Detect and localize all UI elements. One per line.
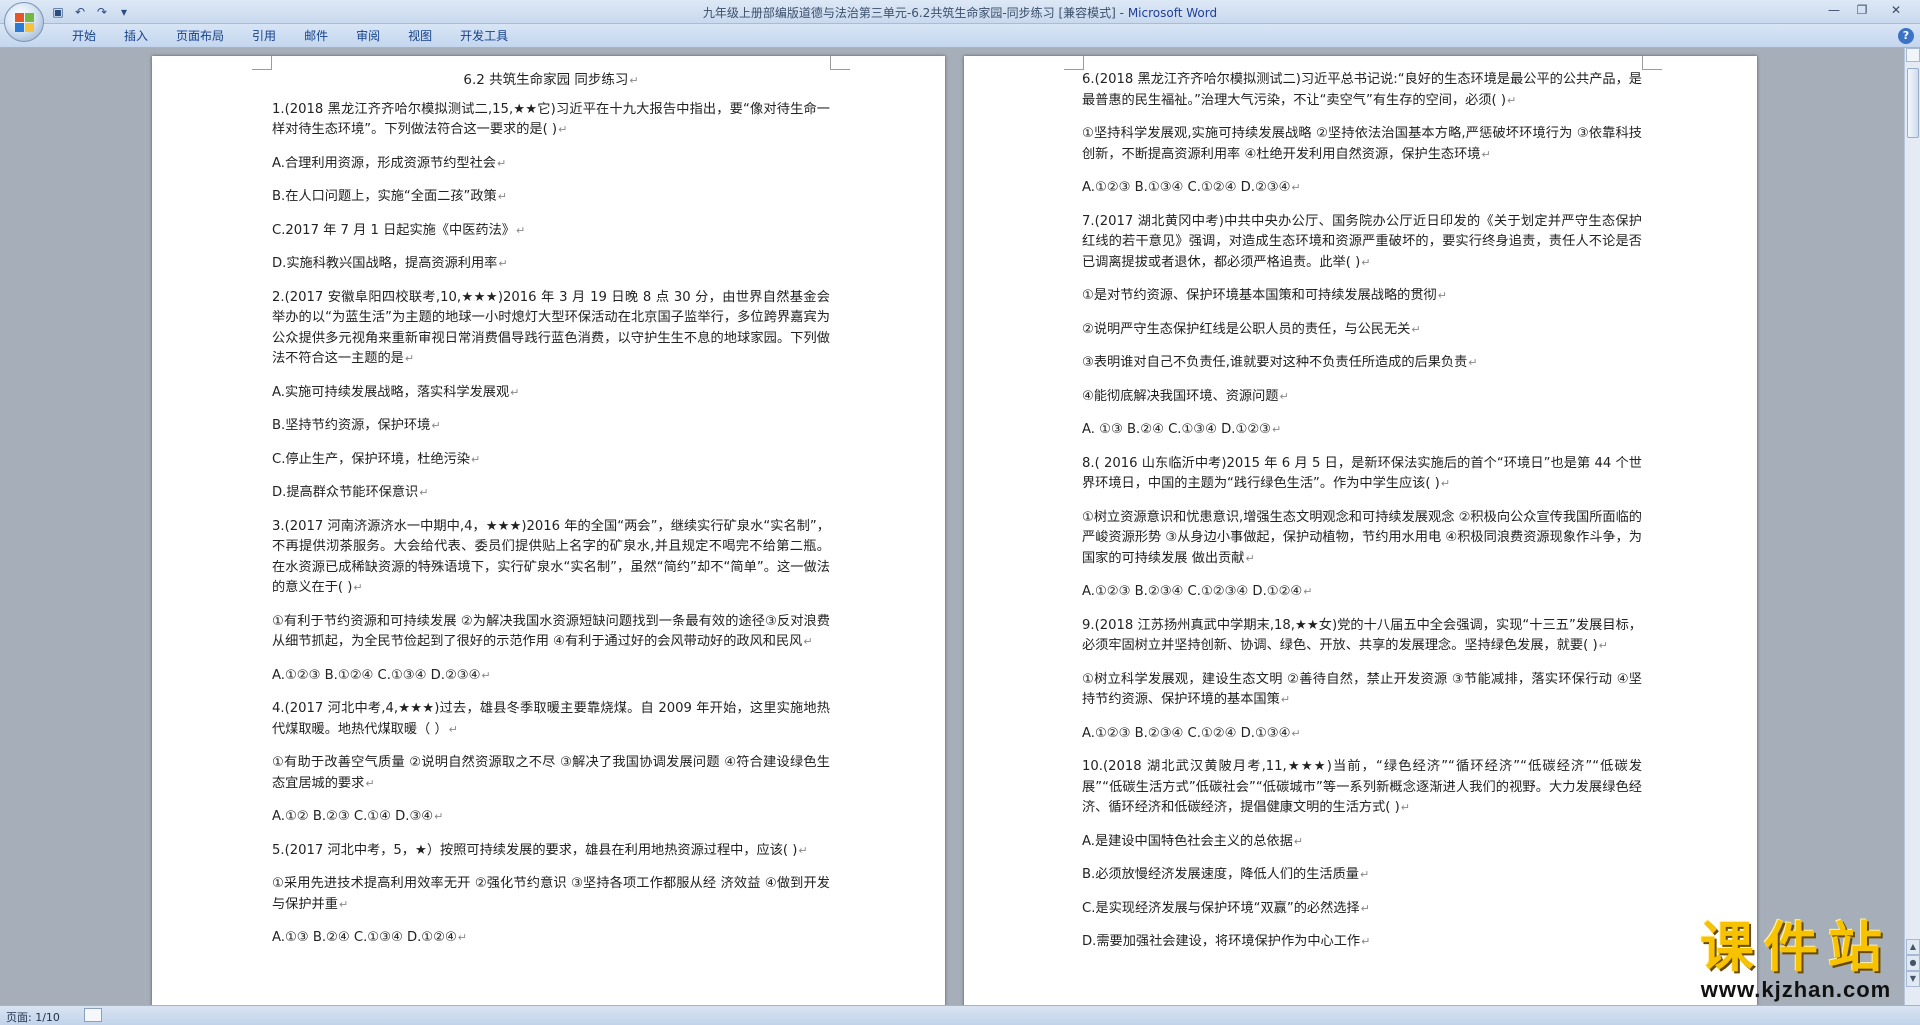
paragraph: A.①②③ B.②③④ C.①②④ D.①③④↵ <box>1082 725 1301 741</box>
paragraph: 2.(2017 安徽阜阳四校联考,10,★★★)2016 年 3 月 19 日晚… <box>272 289 830 367</box>
paragraph: ①坚持科学发展观,实施可持续发展战略 ②坚持依法治国基本方略,严惩破坏环境行为 … <box>1082 126 1642 162</box>
paragraph: D.需要加强社会建设，将环境保护作为中心工作↵ <box>1082 934 1371 949</box>
ribbon-tab[interactable]: 插入 <box>110 28 162 44</box>
title-bar: ▣ ↶ ↷ ▾ 九年级上册部编版道德与法治第三单元-6.2共筑生命家园-同步练习… <box>0 0 1920 42</box>
ribbon-tabs: 开始 插入 页面布局 引用 邮件 审阅 视图 开发工具 <box>58 28 522 44</box>
ribbon-tabs-bar: 开始 插入 页面布局 引用 邮件 审阅 视图 开发工具 ? <box>0 24 1920 48</box>
paragraph: A.①②③ B.②③④ C.①②③④ D.①②④↵ <box>1082 584 1313 599</box>
paragraph: 7.(2017 湖北黄冈中考)中共中央办公厅、国务院办公厅近日印发的《关于划定并… <box>1082 213 1642 270</box>
page-1-content[interactable]: 6.2 共筑生命家园 同步练习↵ 1.(2018 黑龙江齐齐哈尔模拟测试二,15… <box>272 70 830 962</box>
view-ruler-icon[interactable] <box>1906 48 1920 62</box>
proofing-icon[interactable] <box>84 1008 102 1022</box>
paragraph: 6.(2018 黑龙江齐齐哈尔模拟测试二)习近平总书记说:“良好的生态环境是最公… <box>1082 72 1642 108</box>
paragraph: A.①③ B.②④ C.①③④ D.①②④↵ <box>272 930 467 945</box>
paragraph: ②说明严守生态保护红线是公职人员的责任，与公民无关↵ <box>1082 321 1421 337</box>
paragraph: D.实施科教兴国战略，提高资源利用率↵ <box>272 256 508 271</box>
paragraph: ③表明谁对自己不负责任,谁就要对这种不负责任所造成的后果负责↵ <box>1082 355 1478 370</box>
ribbon-tab[interactable]: 视图 <box>394 28 446 44</box>
paragraph: C.停止生产，保护环境，杜绝污染↵ <box>272 451 481 467</box>
office-button[interactable] <box>4 2 44 42</box>
paragraph: 3.(2017 河南济源济水一中期中,4，★★★)2016 年的全国“两会”，继… <box>272 518 830 596</box>
paragraph: ④能彻底解决我国环境、资源问题↵ <box>1082 388 1289 404</box>
document-page-1: 6.2 共筑生命家园 同步练习↵ 1.(2018 黑龙江齐齐哈尔模拟测试二,15… <box>152 56 945 1005</box>
window-controls: — ❐ ✕ <box>1820 0 1916 20</box>
watermark-text: 课件站 <box>1700 916 1892 979</box>
paragraph: ①树立科学发展观，建设生态文明 ②善待自然，禁止开发资源 ③节能减排，落实环保行… <box>1082 671 1642 708</box>
paragraph: B.必须放慢经济发展速度，降低人们的生活质量↵ <box>1082 867 1370 882</box>
paragraph: 9.(2018 江苏扬州真武中学期末,18,★★女)党的十八届五中全会强调，实现… <box>1082 617 1642 654</box>
crop-mark <box>1642 56 1662 70</box>
vertical-scrollbar[interactable]: ▲ ● ▼ <box>1904 48 1920 1005</box>
document-name: 九年级上册部编版道德与法治第三单元-6.2共筑生命家园-同步练习 [兼容模式] <box>702 6 1116 20</box>
ribbon-tab[interactable]: 邮件 <box>290 28 342 44</box>
ribbon-tab[interactable]: 页面布局 <box>162 28 238 44</box>
close-icon[interactable]: ✕ <box>1876 0 1916 20</box>
watermark-logo: 课件站 www.kjzhan.com <box>1700 919 1892 1003</box>
minimize-icon[interactable]: — <box>1820 0 1848 20</box>
scrollbar-thumb[interactable] <box>1907 68 1919 138</box>
paragraph: A.①②③ B.①③④ C.①②④ D.②③④↵ <box>1082 180 1301 195</box>
ribbon-tab[interactable]: 开始 <box>58 28 110 44</box>
paragraph: A.是建设中国特色社会主义的总依据↵ <box>1082 833 1304 849</box>
watermark-url: www.kjzhan.com <box>1700 977 1892 1002</box>
window-title: 九年级上册部编版道德与法治第三单元-6.2共筑生命家园-同步练习 [兼容模式] … <box>702 6 1218 20</box>
page-indicator[interactable]: 页面: 1/10 <box>6 1009 60 1025</box>
paragraph: 1.(2018 黑龙江齐齐哈尔模拟测试二,15,★★它)习近平在十九大报告中指出… <box>272 101 830 138</box>
paragraph: 10.(2018 湖北武汉黄陂月考,11,★★★)当前，“绿色经济”“循环经济”… <box>1082 759 1642 815</box>
ribbon-tab[interactable]: 开发工具 <box>446 28 522 44</box>
paragraph: C.2017 年 7 月 1 日起实施《中医药法》↵ <box>272 222 526 238</box>
crop-mark <box>252 56 272 70</box>
paragraph: A.①② B.②③ C.①④ D.③④↵ <box>272 809 444 824</box>
status-bar: 页面: 1/10 <box>0 1005 1920 1025</box>
help-icon[interactable]: ? <box>1898 28 1914 44</box>
ribbon-tab[interactable]: 引用 <box>238 28 290 44</box>
paragraph: D.提高群众节能环保意识↵ <box>272 485 429 500</box>
paragraph: 8.( 2016 山东临沂中考)2015 年 6 月 5 日，是新环保法实施后的… <box>1082 455 1642 492</box>
page-2-content[interactable]: 6.(2018 黑龙江齐齐哈尔模拟测试二)习近平总书记说:“良好的生态环境是最公… <box>1082 70 1642 966</box>
paragraph: C.是实现经济发展与保护环境“双赢”的必然选择↵ <box>1082 900 1370 916</box>
select-browse-object-icon[interactable]: ● <box>1906 955 1920 971</box>
paragraph: ①树立资源意识和忧患意识,增强生态文明观念和可持续发展观念 ②积极向公众宣传我国… <box>1082 509 1642 566</box>
paragraph: A.①②③ B.①②④ C.①③④ D.②③④↵ <box>272 667 491 683</box>
maximize-icon[interactable]: ❐ <box>1848 0 1876 20</box>
previous-page-icon[interactable]: ▲ <box>1906 939 1920 955</box>
document-workspace: 6.2 共筑生命家园 同步练习↵ 1.(2018 黑龙江齐齐哈尔模拟测试二,15… <box>0 48 1904 1005</box>
paragraph: B.坚持节约资源，保护环境↵ <box>272 418 441 433</box>
paragraph: 4.(2017 河北中考,4,★★★)过去，雄县冬季取暖主要靠烧煤。自 2009… <box>272 701 830 737</box>
paragraph: B.在人口问题上，实施“全面二孩”政策↵ <box>272 189 507 204</box>
office-logo-icon <box>15 13 35 33</box>
crop-mark <box>1064 56 1084 70</box>
paragraph: A. ①③ B.②④ C.①③④ D.①②③↵ <box>1082 422 1282 437</box>
paragraph: 5.(2017 河北中考，5，★）按照可持续发展的要求，雄县在利用地热资源过程中… <box>272 842 808 858</box>
ribbon-tab[interactable]: 审阅 <box>342 28 394 44</box>
document-title: 6.2 共筑生命家园 同步练习↵ <box>463 72 639 88</box>
paragraph: A.合理利用资源，形成资源节约型社会↵ <box>272 155 507 171</box>
app-name: Microsoft Word <box>1127 6 1218 20</box>
paragraph: ①采用先进技术提高利用效率无开 ②强化节约意识 ③坚持各项工作都服从经 济效益 … <box>272 876 830 912</box>
crop-mark <box>830 56 850 70</box>
document-page-2: 6.(2018 黑龙江齐齐哈尔模拟测试二)习近平总书记说:“良好的生态环境是最公… <box>964 56 1757 1005</box>
paragraph: ①是对节约资源、保护环境基本国策和可持续发展战略的贯彻↵ <box>1082 288 1447 303</box>
next-page-icon[interactable]: ▼ <box>1906 971 1920 987</box>
paragraph: ①有助于改善空气质量 ②说明自然资源取之不尽 ③解决了我国协调发展问题 ④符合建… <box>272 755 830 791</box>
paragraph: ①有利于节约资源和可持续发展 ②为解决我国水资源短缺问题找到一条最有效的途径③反… <box>272 613 830 650</box>
paragraph: A.实施可持续发展战略，落实科学发展观↵ <box>272 384 520 400</box>
